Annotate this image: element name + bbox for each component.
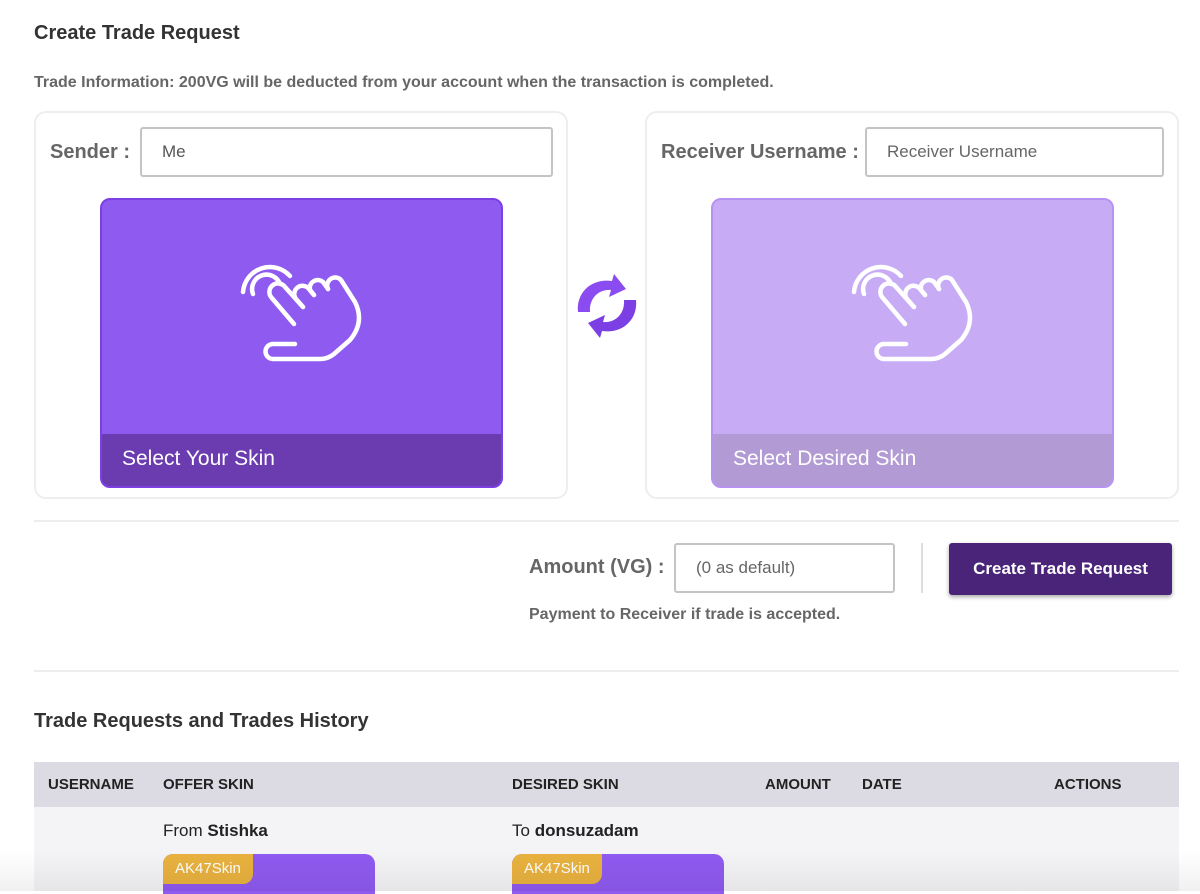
- select-desired-skin-card[interactable]: Select Desired Skin: [711, 198, 1114, 488]
- select-desired-skin-label: Select Desired Skin: [713, 434, 1112, 486]
- column-header-actions[interactable]: ACTIONS: [1054, 776, 1122, 793]
- receiver-username-input[interactable]: [865, 127, 1164, 177]
- desired-skin-card[interactable]: AK47Skin: [512, 854, 724, 894]
- divider: [34, 670, 1179, 672]
- column-header-offer-skin[interactable]: OFFER SKIN: [163, 776, 254, 793]
- payment-note: Payment to Receiver if trade is accepted…: [529, 606, 841, 623]
- trade-info-text: Trade Information: 200VG will be deducte…: [34, 74, 774, 91]
- desired-prefix: To: [512, 821, 530, 840]
- sender-input[interactable]: [140, 127, 553, 177]
- column-header-amount[interactable]: AMOUNT: [765, 776, 831, 793]
- desired-skin-tag: AK47Skin: [512, 854, 602, 884]
- divider: [34, 520, 1179, 522]
- create-trade-request-button[interactable]: Create Trade Request: [949, 543, 1172, 595]
- hand-tap-icon: [240, 264, 362, 362]
- amount-input[interactable]: [674, 543, 895, 593]
- desired-to-text: To donsuzadam: [512, 821, 639, 841]
- column-header-username[interactable]: USERNAME: [48, 776, 134, 793]
- offer-username[interactable]: Stishka: [207, 821, 267, 840]
- page-title: Create Trade Request: [34, 22, 240, 44]
- hand-tap-icon: [851, 264, 973, 362]
- swap-arrows-icon[interactable]: [574, 272, 640, 340]
- offer-from-text: From Stishka: [163, 821, 268, 841]
- offer-prefix: From: [163, 821, 203, 840]
- select-your-skin-card[interactable]: Select Your Skin: [100, 198, 503, 488]
- column-header-date[interactable]: DATE: [862, 776, 902, 793]
- history-title: Trade Requests and Trades History: [34, 710, 369, 732]
- column-header-desired-skin[interactable]: DESIRED SKIN: [512, 776, 619, 793]
- receiver-username-label: Receiver Username :: [661, 141, 859, 163]
- desired-username[interactable]: donsuzadam: [535, 821, 639, 840]
- sender-panel: Sender : Select Your Skin: [34, 111, 568, 499]
- table-header: USERNAME OFFER SKIN DESIRED SKIN AMOUNT …: [34, 762, 1179, 807]
- receiver-panel: Receiver Username : Select Desired Skin: [645, 111, 1179, 499]
- offer-skin-card[interactable]: AK47Skin: [163, 854, 375, 894]
- vertical-separator: [921, 543, 923, 593]
- sender-label: Sender :: [50, 141, 131, 163]
- select-your-skin-label: Select Your Skin: [102, 434, 501, 486]
- offer-skin-tag: AK47Skin: [163, 854, 253, 884]
- history-table: USERNAME OFFER SKIN DESIRED SKIN AMOUNT …: [34, 762, 1179, 894]
- amount-label: Amount (VG) :: [529, 556, 665, 578]
